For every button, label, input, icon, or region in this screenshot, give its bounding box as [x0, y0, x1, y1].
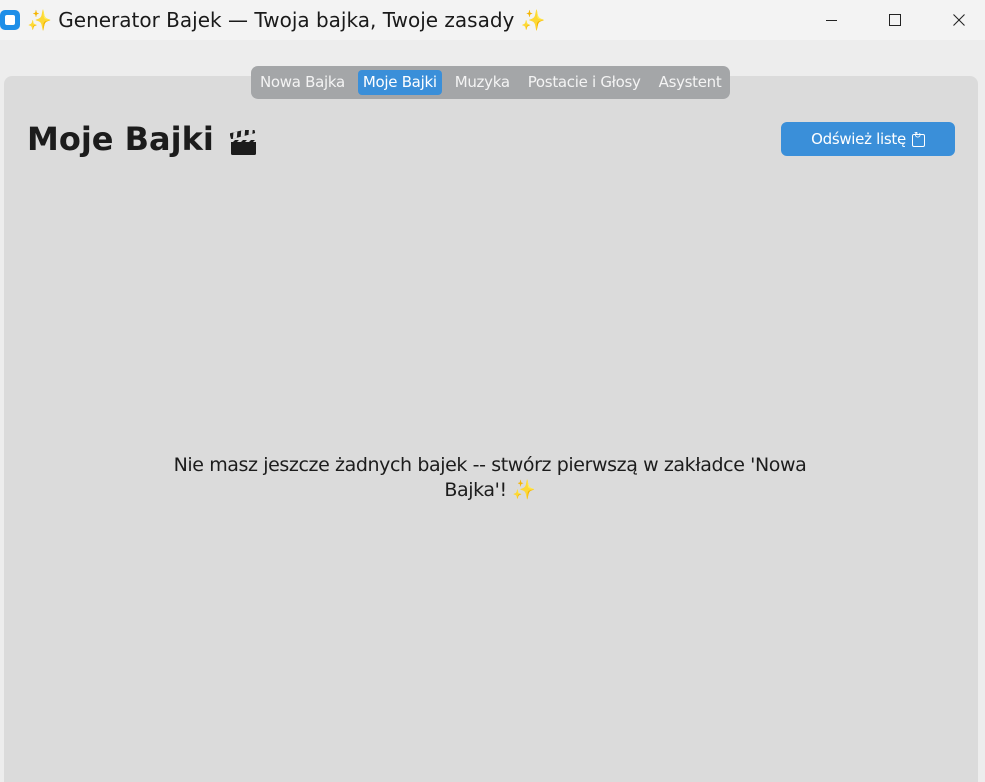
- title-bar: ✨ Generator Bajek — Twoja bajka, Twoje z…: [0, 0, 985, 40]
- close-icon: [953, 14, 965, 26]
- page-title: Moje Bajki: [27, 120, 214, 158]
- page-title-row: Moje Bajki: [27, 120, 257, 158]
- minimize-icon: [825, 19, 837, 21]
- window-title: ✨ Generator Bajek — Twoja bajka, Twoje z…: [27, 8, 546, 32]
- refresh-icon: [911, 131, 925, 147]
- empty-state-message: Nie masz jeszcze żadnych bajek -- stwórz…: [173, 454, 807, 501]
- close-button[interactable]: [927, 0, 985, 40]
- clapperboard-icon: [229, 126, 257, 155]
- app-icon: [0, 10, 20, 30]
- tab-muzyka[interactable]: Muzyka: [450, 70, 515, 95]
- app-window: ✨ Generator Bajek — Twoja bajka, Twoje z…: [0, 0, 985, 782]
- maximize-button[interactable]: [863, 0, 927, 40]
- minimize-button[interactable]: [799, 0, 863, 40]
- tab-postacie-i-glosy[interactable]: Postacie i Głosy: [523, 70, 646, 95]
- tab-asystent[interactable]: Asystent: [654, 70, 727, 95]
- refresh-list-button[interactable]: Odśwież listę: [781, 122, 955, 156]
- tab-nowa-bajka[interactable]: Nowa Bajka: [255, 70, 350, 95]
- tab-moje-bajki[interactable]: Moje Bajki: [357, 70, 442, 95]
- tab-bar: Nowa Bajka Moje Bajki Muzyka Postacie i …: [251, 66, 730, 99]
- maximize-icon: [889, 14, 901, 26]
- main-panel: [4, 76, 978, 782]
- refresh-list-label: Odśwież listę: [811, 130, 906, 148]
